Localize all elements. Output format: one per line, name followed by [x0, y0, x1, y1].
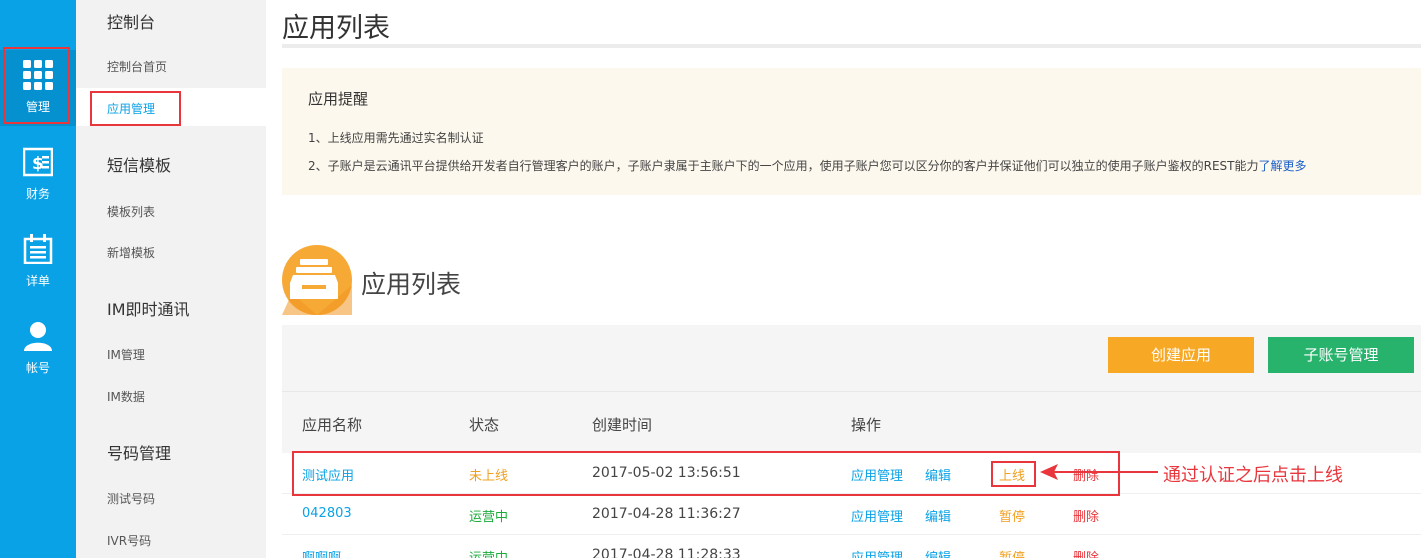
- sidebar-item-im-management[interactable]: IM管理: [107, 346, 145, 363]
- toolbar: 创建应用 子账号管理: [282, 325, 1421, 391]
- notice-line: 1、上线应用需先通过实名制认证: [308, 131, 484, 145]
- nav-item-bills[interactable]: 详单: [0, 224, 76, 300]
- notice-line: 2、子账户是云通讯平台提供给开发者自行管理客户的账户，子账户隶属于主账户下的一个…: [308, 157, 1307, 174]
- app-manage-link[interactable]: 应用管理: [851, 506, 903, 525]
- create-app-button[interactable]: 创建应用: [1108, 337, 1254, 373]
- notice-line-text: 2、子账户是云通讯平台提供给开发者自行管理客户的账户，子账户隶属于主账户下的一个…: [308, 159, 1259, 173]
- page-title: 应用列表: [282, 13, 390, 44]
- annotation-text: 通过认证之后点击上线: [1163, 465, 1343, 486]
- highlight-box: [90, 91, 181, 126]
- app-window: 管理 $ 财务 详单 帐号 控制台 控制台首页 应用管理 短信模板 模板列表 新…: [0, 0, 1421, 558]
- divider: [282, 44, 1421, 48]
- column-header: 应用名称: [302, 416, 363, 434]
- arrow-icon: [1040, 464, 1158, 480]
- nav-item-finance[interactable]: $ 财务: [0, 137, 76, 213]
- status-text: 运营中: [469, 510, 509, 525]
- sidebar-item-im-data[interactable]: IM数据: [107, 388, 145, 405]
- nav-group-title: IM即时通讯: [107, 300, 190, 319]
- nav-label: 帐号: [25, 361, 50, 375]
- nav-item-account[interactable]: 帐号: [0, 311, 76, 387]
- notice-title: 应用提醒: [308, 90, 369, 108]
- learn-more-link[interactable]: 了解更多: [1259, 159, 1307, 173]
- pause-link[interactable]: 暂停: [999, 547, 1025, 558]
- section-title: 应用列表: [361, 270, 462, 299]
- pause-link[interactable]: 暂停: [999, 506, 1025, 525]
- app-list-icon: [282, 245, 352, 315]
- status-text: 运营中: [469, 547, 508, 558]
- column-header: 状态: [469, 416, 500, 434]
- sidebar-item-template-list[interactable]: 模板列表: [107, 203, 155, 220]
- sidebar-item-test-numbers[interactable]: 测试号码: [107, 490, 155, 507]
- app-name-link[interactable]: 啊啊啊: [302, 547, 341, 558]
- highlight-box: [991, 461, 1036, 487]
- nav-group-title: 短信模板: [107, 156, 172, 175]
- sidebar-item-new-template[interactable]: 新增模板: [107, 244, 155, 261]
- table-header: 应用名称 状态 创建时间 操作: [282, 391, 1421, 453]
- delete-link[interactable]: 删除: [1073, 506, 1099, 525]
- column-header: 创建时间: [592, 416, 653, 434]
- app-name-link[interactable]: 042803: [302, 506, 352, 521]
- created-time: 2017-04-28 11:28:33: [592, 547, 741, 558]
- highlight-box: [3, 47, 70, 124]
- created-time: 2017-04-28 11:36:27: [592, 506, 741, 522]
- notice-panel: 应用提醒 1、上线应用需先通过实名制认证 2、子账户是云通讯平台提供给开发者自行…: [282, 68, 1421, 195]
- table-row: 啊啊啊 运营中 2017-04-28 11:28:33 应用管理 编辑 暂停 删…: [282, 535, 1421, 558]
- nav-label: 财务: [25, 187, 50, 201]
- sidebar-item-ivr-numbers[interactable]: IVR号码: [107, 532, 151, 549]
- delete-link[interactable]: 删除: [1073, 547, 1099, 558]
- nav-label: 详单: [25, 274, 50, 288]
- column-header: 操作: [851, 416, 882, 434]
- money-icon: $: [23, 147, 53, 177]
- edit-link[interactable]: 编辑: [925, 506, 951, 525]
- secondary-nav: 控制台 控制台首页 应用管理 短信模板 模板列表 新增模板 IM即时通讯 IM管…: [76, 0, 266, 558]
- edit-link[interactable]: 编辑: [925, 547, 951, 558]
- sidebar-item-console-home[interactable]: 控制台首页: [107, 58, 167, 75]
- nav-group-title: 号码管理: [107, 444, 172, 463]
- table-row: 042803 运营中 2017-04-28 11:36:27 应用管理 编辑 暂…: [282, 494, 1421, 535]
- calendar-icon: [23, 234, 53, 264]
- user-icon: [24, 322, 52, 351]
- app-manage-link[interactable]: 应用管理: [851, 547, 903, 558]
- nav-group-title: 控制台: [107, 13, 156, 32]
- sub-account-button[interactable]: 子账号管理: [1268, 337, 1414, 373]
